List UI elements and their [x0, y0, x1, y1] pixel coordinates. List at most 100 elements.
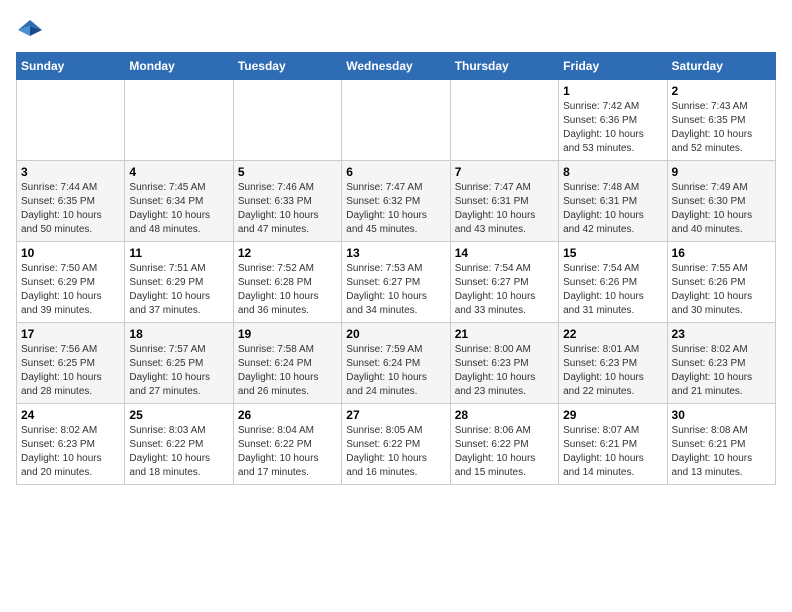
calendar-cell: 7Sunrise: 7:47 AM Sunset: 6:31 PM Daylig… [450, 161, 558, 242]
weekday-header: Saturday [667, 53, 775, 80]
calendar-week-row: 10 Sunrise: 7:50 AM Sunset: 6:29 PM Dayli… [17, 242, 776, 323]
day-number: 13 [346, 246, 445, 260]
day-number: 18 [129, 327, 228, 341]
day-number: 4 [129, 165, 228, 179]
day-number: 28 [455, 408, 554, 422]
day-info: Sunrise: 8:05 AM Sunset: 6:22 PM Dayligh… [346, 424, 445, 480]
calendar-cell [450, 80, 558, 161]
day-number: 11 [129, 246, 228, 260]
day-info: Sunrise: 7:42 AM Sunset: 6:36 PM Dayligh… [563, 100, 662, 156]
day-info: Sunrise: 7:44 AM Sunset: 6:35 PM Dayligh… [21, 181, 120, 237]
day-info: Sunrise: 7:48 AM Sunset: 6:31 PM Dayligh… [563, 181, 662, 237]
calendar-cell: 22Sunrise: 8:01 AM Sunset: 6:23 PM Dayli… [559, 323, 667, 404]
calendar-cell: 1 Sunrise: 7:42 AM Sunset: 6:36 PM Daylig… [559, 80, 667, 161]
weekday-header: Wednesday [342, 53, 450, 80]
calendar-cell: 5 Sunrise: 7:46 AM Sunset: 6:33 PM Daylig… [233, 161, 341, 242]
day-number: 22 [563, 327, 662, 341]
day-info: Sunrise: 7:47 AM Sunset: 6:31 PM Dayligh… [455, 181, 554, 237]
calendar-cell: 23Sunrise: 8:02 AM Sunset: 6:23 PM Dayli… [667, 323, 775, 404]
page-header [16, 16, 776, 44]
day-info: Sunrise: 7:58 AM Sunset: 6:24 PM Dayligh… [238, 343, 337, 399]
day-number: 14 [455, 246, 554, 260]
calendar-cell [342, 80, 450, 161]
day-number: 17 [21, 327, 120, 341]
day-number: 9 [672, 165, 771, 179]
calendar-cell: 18 Sunrise: 7:57 AM Sunset: 6:25 PM Dayli… [125, 323, 233, 404]
calendar-cell: 17 Sunrise: 7:56 AM Sunset: 6:25 PM Dayli… [17, 323, 125, 404]
day-info: Sunrise: 7:57 AM Sunset: 6:25 PM Dayligh… [129, 343, 228, 399]
day-info: Sunrise: 7:54 AM Sunset: 6:27 PM Dayligh… [455, 262, 554, 318]
calendar-cell [125, 80, 233, 161]
day-number: 26 [238, 408, 337, 422]
calendar-cell [17, 80, 125, 161]
weekday-header: Tuesday [233, 53, 341, 80]
day-info: Sunrise: 7:52 AM Sunset: 6:28 PM Dayligh… [238, 262, 337, 318]
calendar-cell: 12 Sunrise: 7:52 AM Sunset: 6:28 PM Dayli… [233, 242, 341, 323]
weekday-header: Friday [559, 53, 667, 80]
day-number: 8 [563, 165, 662, 179]
weekday-header: Monday [125, 53, 233, 80]
calendar-cell: 13 Sunrise: 7:53 AM Sunset: 6:27 PM Dayli… [342, 242, 450, 323]
day-number: 10 [21, 246, 120, 260]
day-info: Sunrise: 8:04 AM Sunset: 6:22 PM Dayligh… [238, 424, 337, 480]
calendar-week-row: 17 Sunrise: 7:56 AM Sunset: 6:25 PM Dayli… [17, 323, 776, 404]
calendar-cell: 21 Sunrise: 8:00 AM Sunset: 6:23 PM Dayli… [450, 323, 558, 404]
day-info: Sunrise: 7:54 AM Sunset: 6:26 PM Dayligh… [563, 262, 662, 318]
calendar-cell: 3 Sunrise: 7:44 AM Sunset: 6:35 PM Daylig… [17, 161, 125, 242]
calendar-cell: 10 Sunrise: 7:50 AM Sunset: 6:29 PM Dayli… [17, 242, 125, 323]
calendar-cell: 28 Sunrise: 8:06 AM Sunset: 6:22 PM Dayli… [450, 404, 558, 485]
weekday-header: Thursday [450, 53, 558, 80]
calendar-cell: 19 Sunrise: 7:58 AM Sunset: 6:24 PM Dayli… [233, 323, 341, 404]
logo-icon [16, 16, 44, 44]
day-number: 24 [21, 408, 120, 422]
day-number: 23 [672, 327, 771, 341]
day-number: 12 [238, 246, 337, 260]
day-info: Sunrise: 7:55 AM Sunset: 6:26 PM Dayligh… [672, 262, 771, 318]
calendar-cell: 2Sunrise: 7:43 AM Sunset: 6:35 PM Daylig… [667, 80, 775, 161]
calendar-cell: 20 Sunrise: 7:59 AM Sunset: 6:24 PM Dayli… [342, 323, 450, 404]
day-number: 20 [346, 327, 445, 341]
day-number: 3 [21, 165, 120, 179]
day-number: 1 [563, 84, 662, 98]
day-number: 25 [129, 408, 228, 422]
weekday-header: Sunday [17, 53, 125, 80]
calendar-week-row: 24 Sunrise: 8:02 AM Sunset: 6:23 PM Dayli… [17, 404, 776, 485]
calendar-cell: 14 Sunrise: 7:54 AM Sunset: 6:27 PM Dayli… [450, 242, 558, 323]
calendar-cell: 11 Sunrise: 7:51 AM Sunset: 6:29 PM Dayli… [125, 242, 233, 323]
day-info: Sunrise: 7:50 AM Sunset: 6:29 PM Dayligh… [21, 262, 120, 318]
day-info: Sunrise: 8:08 AM Sunset: 6:21 PM Dayligh… [672, 424, 771, 480]
day-info: Sunrise: 8:07 AM Sunset: 6:21 PM Dayligh… [563, 424, 662, 480]
day-info: Sunrise: 7:53 AM Sunset: 6:27 PM Dayligh… [346, 262, 445, 318]
calendar-cell: 27 Sunrise: 8:05 AM Sunset: 6:22 PM Dayli… [342, 404, 450, 485]
calendar-cell: 15 Sunrise: 7:54 AM Sunset: 6:26 PM Dayli… [559, 242, 667, 323]
calendar-cell: 24 Sunrise: 8:02 AM Sunset: 6:23 PM Dayli… [17, 404, 125, 485]
day-info: Sunrise: 7:46 AM Sunset: 6:33 PM Dayligh… [238, 181, 337, 237]
calendar-week-row: 1 Sunrise: 7:42 AM Sunset: 6:36 PM Daylig… [17, 80, 776, 161]
day-number: 15 [563, 246, 662, 260]
day-info: Sunrise: 7:49 AM Sunset: 6:30 PM Dayligh… [672, 181, 771, 237]
calendar-cell [233, 80, 341, 161]
day-info: Sunrise: 7:45 AM Sunset: 6:34 PM Dayligh… [129, 181, 228, 237]
calendar-week-row: 3 Sunrise: 7:44 AM Sunset: 6:35 PM Daylig… [17, 161, 776, 242]
day-info: Sunrise: 8:03 AM Sunset: 6:22 PM Dayligh… [129, 424, 228, 480]
day-info: Sunrise: 8:02 AM Sunset: 6:23 PM Dayligh… [21, 424, 120, 480]
calendar-cell: 4 Sunrise: 7:45 AM Sunset: 6:34 PM Daylig… [125, 161, 233, 242]
day-info: Sunrise: 8:00 AM Sunset: 6:23 PM Dayligh… [455, 343, 554, 399]
day-info: Sunrise: 7:59 AM Sunset: 6:24 PM Dayligh… [346, 343, 445, 399]
calendar-cell: 6Sunrise: 7:47 AM Sunset: 6:32 PM Daylig… [342, 161, 450, 242]
calendar-cell: 8 Sunrise: 7:48 AM Sunset: 6:31 PM Daylig… [559, 161, 667, 242]
calendar-cell: 30 Sunrise: 8:08 AM Sunset: 6:21 PM Dayli… [667, 404, 775, 485]
day-number: 5 [238, 165, 337, 179]
day-number: 19 [238, 327, 337, 341]
calendar-cell: 26 Sunrise: 8:04 AM Sunset: 6:22 PM Dayli… [233, 404, 341, 485]
day-info: Sunrise: 7:56 AM Sunset: 6:25 PM Dayligh… [21, 343, 120, 399]
day-number: 27 [346, 408, 445, 422]
calendar-cell: 25 Sunrise: 8:03 AM Sunset: 6:22 PM Dayli… [125, 404, 233, 485]
day-info: Sunrise: 7:51 AM Sunset: 6:29 PM Dayligh… [129, 262, 228, 318]
day-number: 30 [672, 408, 771, 422]
calendar-cell: 9 Sunrise: 7:49 AM Sunset: 6:30 PM Daylig… [667, 161, 775, 242]
day-info: Sunrise: 8:06 AM Sunset: 6:22 PM Dayligh… [455, 424, 554, 480]
day-number: 2 [672, 84, 771, 98]
logo [16, 16, 48, 44]
day-number: 21 [455, 327, 554, 341]
